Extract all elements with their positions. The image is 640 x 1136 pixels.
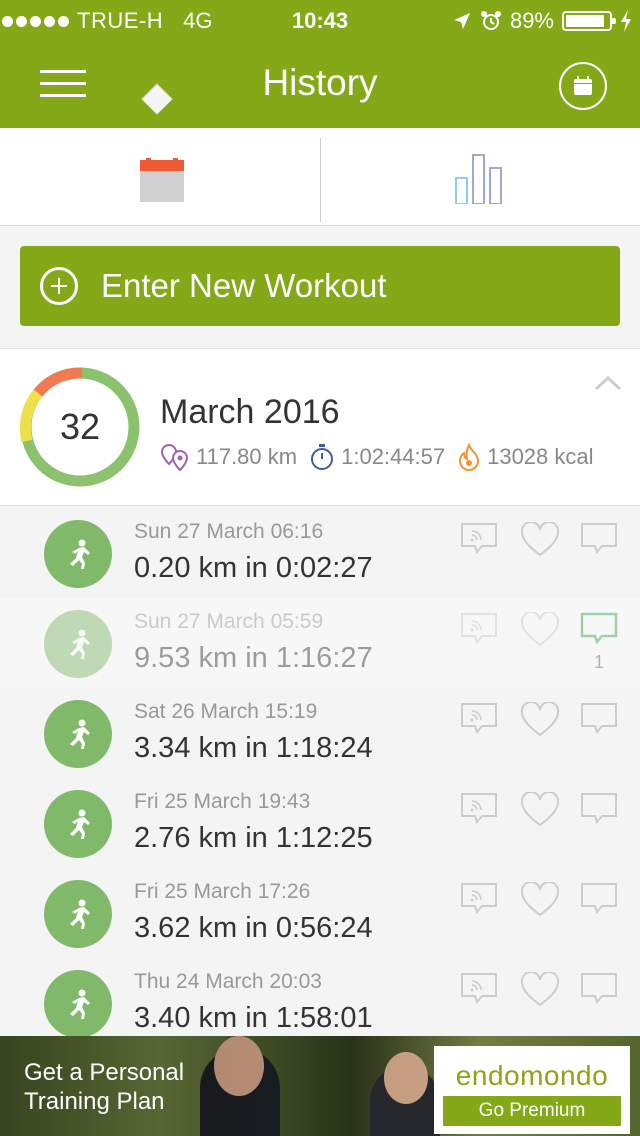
running-avatar: [44, 790, 112, 858]
workout-date: Sat 26 March 15:19: [134, 700, 318, 723]
chevron-up-icon[interactable]: [594, 375, 622, 391]
tab-statistics[interactable]: [454, 152, 508, 209]
ad-headline-line1: Get a Personal: [24, 1059, 185, 1086]
running-avatar: [44, 970, 112, 1036]
running-avatar: [44, 700, 112, 768]
workout-row[interactable]: Sun 27 March 06:16 0.20 km in 0:02:27: [0, 508, 640, 598]
comment-count: 1: [594, 652, 605, 672]
workout-row[interactable]: Fri 25 March 17:26 3.62 km in 0:56:24: [0, 868, 640, 958]
stopwatch-icon: [311, 444, 334, 470]
calendar-button[interactable]: [559, 62, 607, 110]
heart-icon[interactable]: [520, 702, 560, 738]
page-title: History: [262, 62, 378, 103]
calories-stat: 13028 kcal: [457, 443, 594, 471]
heart-icon[interactable]: [520, 972, 560, 1008]
battery-percent: 89%: [509, 8, 554, 33]
running-avatar: [44, 610, 112, 678]
status-bar: TRUE-H 4G 10:43 89%: [0, 0, 640, 40]
app-header: TRUE-H 4G 10:43 89% History: [0, 0, 640, 128]
location-arrow-icon: [453, 13, 470, 29]
workout-date: Fri 25 March 17:26: [134, 880, 311, 903]
tab-divider: [320, 138, 321, 222]
charging-bolt-icon: [621, 10, 631, 32]
ad-headline-line2: Training Plan: [24, 1088, 165, 1115]
workout-date: Sun 27 March 05:59: [134, 610, 324, 633]
endomondo-logo: endomondo: [455, 1060, 609, 1091]
workout-summary: 3.34 km in 1:18:24: [134, 732, 373, 764]
flame-icon: [459, 443, 480, 471]
feed-message-icon[interactable]: [460, 792, 498, 824]
tab-calendar[interactable]: [140, 158, 184, 202]
ad-headline: Get a Personal Training Plan: [24, 1058, 184, 1116]
ad-brand-box: endomondo Go Premium: [434, 1046, 630, 1134]
workout-count: 32: [59, 406, 101, 447]
comment-icon[interactable]: [580, 702, 618, 734]
comment-icon[interactable]: [580, 792, 618, 824]
heart-icon[interactable]: [520, 612, 560, 648]
runner-icon: [70, 629, 90, 659]
alarm-clock-icon: [480, 11, 501, 30]
workout-summary: 2.76 km in 1:12:25: [134, 822, 373, 854]
workout-date: Thu 24 March 20:03: [134, 970, 322, 993]
premium-ad-banner[interactable]: Get a Personal Training Plan endomondo G…: [0, 1036, 640, 1136]
view-tabs: [0, 128, 640, 226]
heart-icon[interactable]: [520, 522, 560, 558]
feed-message-icon[interactable]: [460, 522, 498, 554]
bar-chart-icon: [455, 154, 502, 205]
comment-icon[interactable]: [580, 972, 618, 1004]
workout-summary: 3.62 km in 0:56:24: [134, 912, 373, 944]
duration-stat: 1:02:44:57: [309, 443, 445, 471]
month-summary[interactable]: 32 March 2016 117.80 km 1:02:44:57 13028…: [0, 348, 640, 506]
heart-icon[interactable]: [520, 792, 560, 828]
plus-circle-icon: [40, 267, 78, 305]
runner-icon: [70, 719, 90, 749]
runner-icon: [70, 539, 90, 569]
month-label: March 2016: [160, 393, 340, 431]
distance-pin-icon: [160, 443, 189, 471]
workout-list: Sun 27 March 06:16 0.20 km in 0:02:27 Su…: [0, 508, 640, 1036]
running-avatar: [44, 520, 112, 588]
workout-row[interactable]: Thu 24 March 20:03 3.40 km in 1:58:01: [0, 958, 640, 1036]
go-premium-button[interactable]: Go Premium: [443, 1096, 621, 1126]
battery-icon: [562, 11, 616, 31]
workout-summary: 3.40 km in 1:58:01: [134, 1002, 373, 1034]
heart-icon[interactable]: [520, 882, 560, 918]
workout-row[interactable]: Sun 27 March 05:59 9.53 km in 1:16:27 1: [0, 598, 640, 688]
feed-message-icon[interactable]: [460, 972, 498, 1004]
feed-message-icon[interactable]: [460, 882, 498, 914]
enter-new-workout-button[interactable]: Enter New Workout: [20, 246, 620, 326]
distance-value: 117.80 km: [196, 444, 298, 469]
workout-row[interactable]: Fri 25 March 19:43 2.76 km in 1:12:25: [0, 778, 640, 868]
workout-summary: 0.20 km in 0:02:27: [134, 552, 373, 584]
runner-icon: [70, 899, 90, 929]
distance-stat: 117.80 km: [160, 443, 297, 471]
calories-value: 13028 kcal: [487, 444, 594, 469]
month-stats: 117.80 km 1:02:44:57 13028 kcal: [160, 443, 606, 471]
comment-icon[interactable]: [580, 522, 618, 554]
workout-row[interactable]: Sat 26 March 15:19 3.34 km in 1:18:24: [0, 688, 640, 778]
calendar-tab-icon: [140, 158, 184, 202]
workout-date: Sun 27 March 06:16: [134, 520, 324, 543]
workout-summary: 9.53 km in 1:16:27: [134, 642, 373, 674]
comment-icon[interactable]: [580, 882, 618, 914]
feed-message-icon[interactable]: [460, 612, 498, 644]
feed-message-icon[interactable]: [460, 702, 498, 734]
calendar-icon: [574, 76, 592, 95]
workout-date: Fri 25 March 19:43: [134, 790, 311, 813]
duration-value: 1:02:44:57: [341, 444, 446, 469]
comment-icon[interactable]: [580, 612, 618, 644]
runner-icon: [70, 809, 90, 839]
enter-new-workout-label: Enter New Workout: [101, 267, 387, 304]
runner-icon: [70, 989, 90, 1019]
running-avatar: [44, 880, 112, 948]
